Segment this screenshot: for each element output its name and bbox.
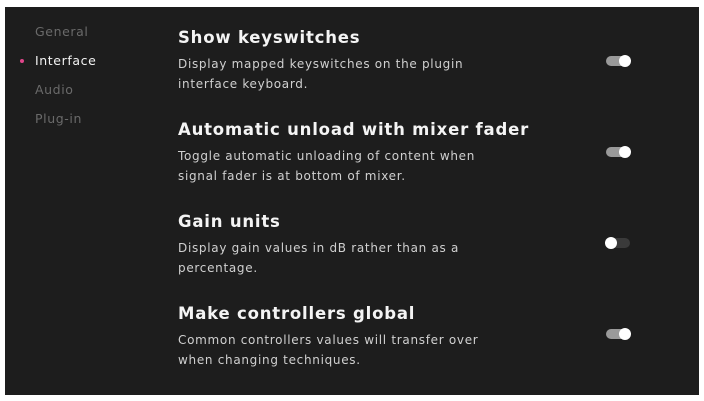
toggle-knob <box>619 55 631 67</box>
setting-description: Common controllers values will transfer … <box>178 333 479 367</box>
setting-description: Toggle automatic unloading of content wh… <box>178 149 476 183</box>
toggle-knob <box>619 146 631 158</box>
setting-title: Make controllers global <box>178 304 416 323</box>
setting-description: Display mapped keyswitches on the plugin… <box>178 57 464 91</box>
setting-show-keyswitches: Show keyswitches Display mapped keyswitc… <box>178 27 688 119</box>
setting-make-controllers-global: Make controllers global Common controlle… <box>178 303 688 395</box>
setting-title: Gain units <box>178 212 281 231</box>
settings-panel: Show keyswitches Display mapped keyswitc… <box>178 27 688 395</box>
automatic-unload-toggle[interactable] <box>606 146 631 158</box>
sidebar-item-audio[interactable]: Audio <box>5 82 145 111</box>
sidebar: General Interface Audio Plug-in <box>5 24 145 140</box>
make-controllers-global-toggle[interactable] <box>606 328 631 340</box>
sidebar-item-general[interactable]: General <box>5 24 145 53</box>
gain-units-toggle[interactable] <box>605 237 630 249</box>
sidebar-item-interface[interactable]: Interface <box>5 53 145 82</box>
settings-window: General Interface Audio Plug-in Show key… <box>5 7 699 395</box>
sidebar-item-label: Interface <box>35 53 97 68</box>
sidebar-item-label: General <box>35 24 89 39</box>
setting-title: Automatic unload with mixer fader <box>178 120 530 139</box>
setting-gain-units: Gain units Display gain values in dB rat… <box>178 211 688 303</box>
sidebar-item-plug-in[interactable]: Plug-in <box>5 111 145 140</box>
setting-description: Display gain values in dB rather than as… <box>178 241 460 275</box>
setting-automatic-unload: Automatic unload with mixer fader Toggle… <box>178 119 688 211</box>
toggle-knob <box>605 237 617 249</box>
setting-title: Show keyswitches <box>178 28 361 47</box>
toggle-knob <box>619 328 631 340</box>
sidebar-item-label: Audio <box>35 82 74 97</box>
show-keyswitches-toggle[interactable] <box>606 55 631 67</box>
sidebar-item-label: Plug-in <box>35 111 82 126</box>
active-indicator-dot <box>20 59 24 63</box>
